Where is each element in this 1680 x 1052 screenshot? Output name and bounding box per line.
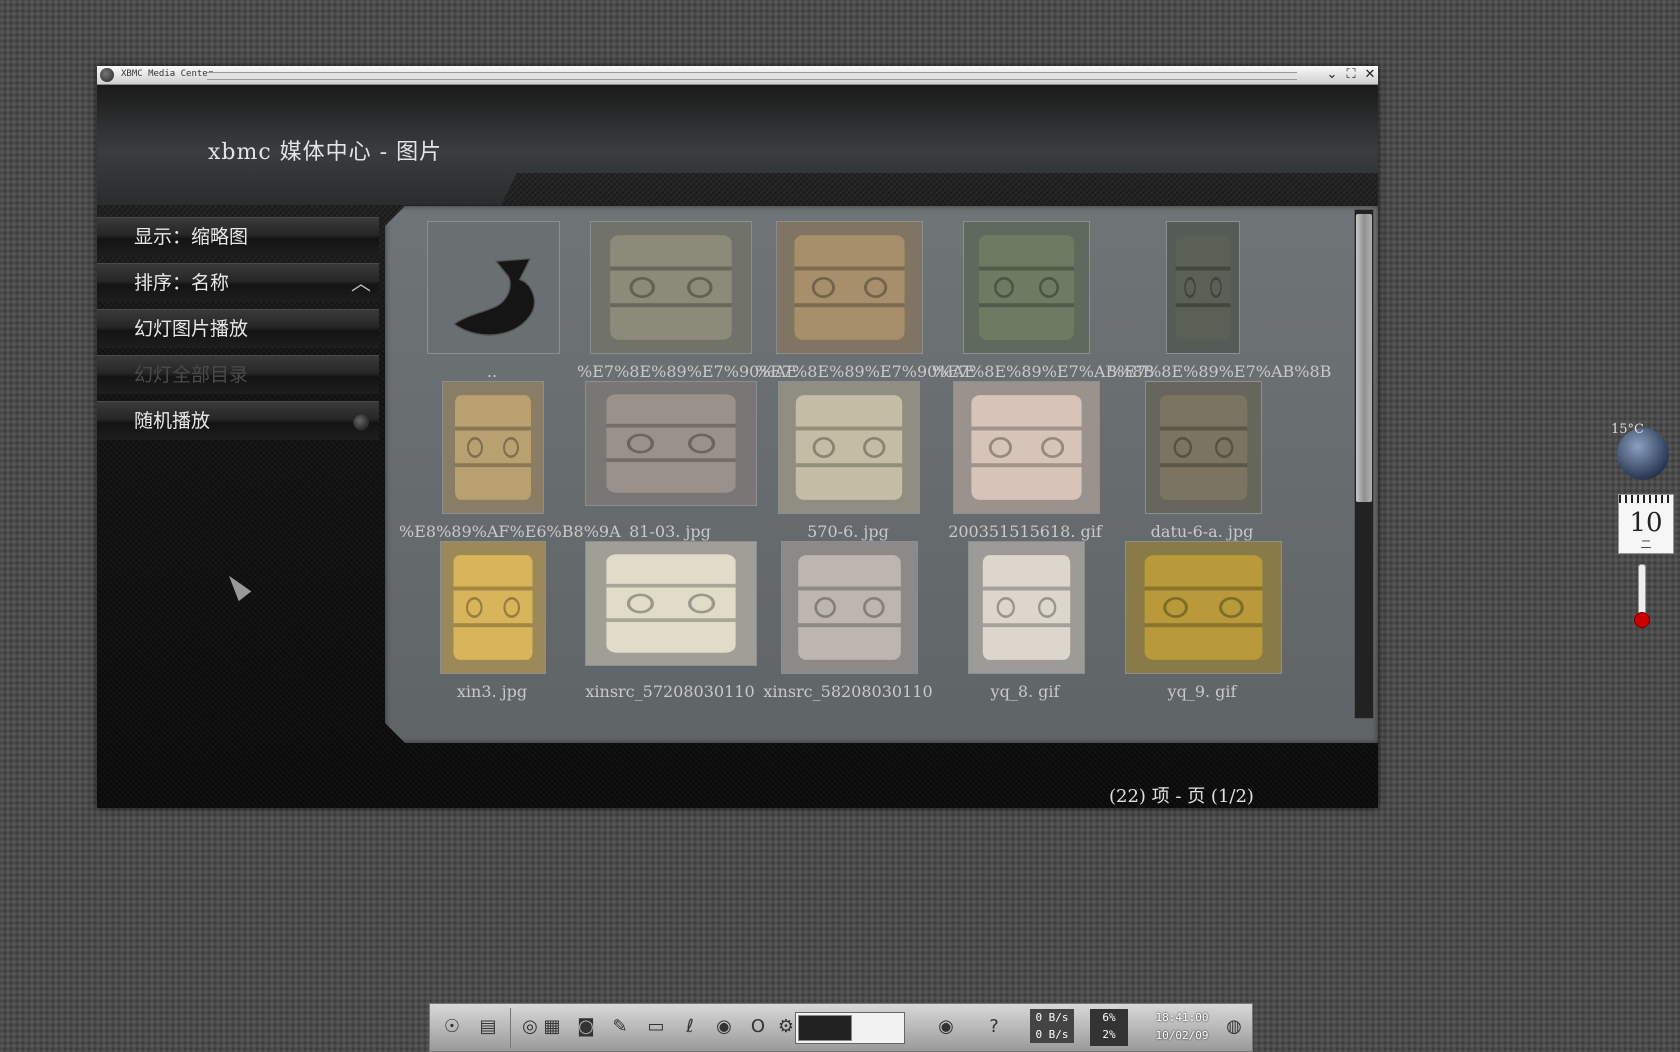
scrollbar[interactable] xyxy=(1354,209,1374,719)
sidebar-menu: 显示：缩略图 排序：名称 ︿ 幻灯图片播放 幻灯全部目录 随机播放 xyxy=(97,217,379,447)
package-icon[interactable]: ▦ xyxy=(536,1011,568,1043)
mouse-cursor-icon xyxy=(222,570,252,602)
thumbnail-image[interactable] xyxy=(1124,541,1282,674)
menu-random-play[interactable]: 随机播放 xyxy=(97,401,379,440)
thumbnail-image[interactable] xyxy=(1144,381,1262,514)
thumbnail-image[interactable] xyxy=(952,381,1100,514)
thumbnail-item[interactable]: 570-6. jpg xyxy=(755,379,941,544)
help-icon[interactable]: ? xyxy=(978,1011,1010,1043)
thumbnail-image[interactable] xyxy=(962,221,1090,354)
thumbnail-image[interactable] xyxy=(967,541,1085,674)
menu-item-label: 随机播放 xyxy=(134,410,211,432)
thumbnail-item[interactable]: %E7%8E%89%E7%AB%8B xyxy=(1109,219,1331,384)
thumbnail-image[interactable] xyxy=(585,381,757,506)
xbmc-icon[interactable]: ▭ xyxy=(640,1011,672,1043)
page-info: (22) 项 - 页 (1/2) xyxy=(1109,786,1254,807)
camera-icon[interactable]: ◙ xyxy=(570,1011,602,1043)
thumbnail-image[interactable] xyxy=(1166,221,1240,354)
menu-item-label: 显示：缩略图 xyxy=(134,226,249,248)
thumbnail-item[interactable]: datu-6-a. jpg xyxy=(1109,379,1295,544)
taskbar-separator xyxy=(510,1008,511,1048)
thumbnail-label: xinsrc_57208030110 xyxy=(585,682,755,701)
menu-sort-by[interactable]: 排序：名称 ︿ xyxy=(97,263,379,302)
thermometer-bulb xyxy=(1634,612,1650,628)
thumbnail-label: yq_9. gif xyxy=(1167,682,1237,701)
clock-date: 10/02/09 xyxy=(1155,1029,1209,1042)
xbmc-window: XBMC Media Center ⌄ ⛶ ✕ xbmc 媒体中心 - 图片 显… xyxy=(97,66,1378,808)
calendar-weekday: 二 xyxy=(1640,538,1652,551)
thumbnail-item[interactable]: %E7%8E%89%E7%AB%8B xyxy=(932,219,1154,384)
weather-temperature: 15°C xyxy=(1611,422,1644,437)
window-title: XBMC Media Center xyxy=(121,69,214,79)
thumbnail-item[interactable]: xinsrc_57208030110 xyxy=(577,539,763,704)
cpu-bottom: 2% xyxy=(1102,1028,1116,1041)
thumbnail-label: xin3. jpg xyxy=(456,682,528,701)
menu-slideshow[interactable]: 幻灯图片播放 xyxy=(97,309,379,348)
thumbnail-item[interactable]: 200351515618. gif xyxy=(932,379,1118,544)
maximize-icon[interactable]: ⛶ xyxy=(1343,67,1359,83)
chevron-up-icon[interactable]: ︿ xyxy=(351,264,371,302)
net-upload: 0 B/s xyxy=(1035,1011,1069,1024)
close-icon[interactable]: ✕ xyxy=(1362,67,1378,83)
xbmc-screen: xbmc 媒体中心 - 图片 显示：缩略图 排序：名称 ︿ 幻灯图片播放 幻灯全… xyxy=(97,85,1378,808)
calendar-rings xyxy=(1619,495,1673,503)
cpu-top: 6% xyxy=(1102,1011,1116,1024)
page-title: xbmc 媒体中心 - 图片 xyxy=(208,140,443,165)
lyx-icon[interactable]: ℓ xyxy=(674,1011,706,1043)
thumbnail-item[interactable]: 81-03. jpg xyxy=(577,379,763,544)
thumbnail-item[interactable]: %E7%8E%89%E7%90%AE xyxy=(755,219,976,384)
thumbnail-image[interactable] xyxy=(440,541,546,674)
text-editor-icon[interactable]: ✎ xyxy=(604,1011,636,1043)
thumbnail-item[interactable]: yq_9. gif xyxy=(1109,539,1295,704)
thumbnail-image[interactable] xyxy=(778,381,920,514)
thumbnail-image[interactable] xyxy=(775,221,923,354)
firefox-icon[interactable]: ◉ xyxy=(708,1011,740,1043)
thumbnail-image[interactable] xyxy=(442,381,544,514)
thumbnail-item[interactable]: %E7%8E%89%E7%90%AE xyxy=(577,219,798,384)
menu-item-label: 幻灯全部目录 xyxy=(134,364,249,386)
titlebar-groove xyxy=(207,72,1297,80)
network-monitor[interactable]: 0 B/s 0 B/s xyxy=(1030,1009,1074,1043)
xbmc-app-icon[interactable] xyxy=(100,68,114,82)
minimize-icon[interactable]: ⌄ xyxy=(1324,67,1340,83)
menu-recursive-slideshow: 幻灯全部目录 xyxy=(97,355,379,394)
window-titlebar[interactable]: XBMC Media Center ⌄ ⛶ ✕ xyxy=(97,66,1378,85)
thumbnail-image[interactable] xyxy=(590,221,752,354)
clock-time: 18:41:00 xyxy=(1155,1011,1209,1024)
taskbar-clock[interactable]: 18:41:00 10/02/09 xyxy=(1152,1009,1212,1045)
taskbar: ☉ ▤ ◎ ▦ ◙ ✎ ▭ ℓ ◉ O ⚙ ◉ ? 0 B/s 0 B/s 6%… xyxy=(429,1003,1253,1052)
firefox-task-icon[interactable]: ◉ xyxy=(930,1011,962,1043)
parent-folder-icon[interactable] xyxy=(426,221,560,354)
menu-item-label: 排序：名称 xyxy=(134,272,230,294)
thumbnail-label: yq_8. gif xyxy=(990,682,1060,701)
net-download: 0 B/s xyxy=(1035,1028,1069,1041)
thumbnail-item[interactable]: %E8%89%AF%E6%B8%9A xyxy=(399,379,621,544)
menu-launcher-icon[interactable]: ☉ xyxy=(436,1011,468,1043)
power-icon[interactable]: ◍ xyxy=(1218,1011,1250,1043)
thumbnail-item[interactable]: xin3. jpg xyxy=(399,539,585,704)
calendar-day: 10 xyxy=(1629,508,1663,538)
thumbnail-image[interactable] xyxy=(585,541,757,666)
scrollbar-thumb[interactable] xyxy=(1356,214,1372,502)
file-manager-icon[interactable]: ▤ xyxy=(472,1011,504,1043)
calendar-widget[interactable]: 10 二 xyxy=(1618,494,1674,554)
taskbar-window-list[interactable] xyxy=(795,1012,905,1044)
radio-icon[interactable] xyxy=(353,414,369,430)
menu-item-label: 幻灯图片播放 xyxy=(134,318,249,340)
thumbnail-item[interactable]: yq_8. gif xyxy=(932,539,1118,704)
thumbnail-label: xinsrc_58208030110 xyxy=(763,682,933,701)
menu-view-mode[interactable]: 显示：缩略图 xyxy=(97,217,379,256)
thumbnail-image[interactable] xyxy=(780,541,918,674)
cpu-monitor[interactable]: 6% 2% xyxy=(1090,1009,1128,1046)
terminal-window-icon[interactable] xyxy=(798,1015,852,1041)
thumbnail-item[interactable]: .. xyxy=(399,219,585,384)
thumbnail-item[interactable]: xinsrc_58208030110 xyxy=(755,539,941,704)
